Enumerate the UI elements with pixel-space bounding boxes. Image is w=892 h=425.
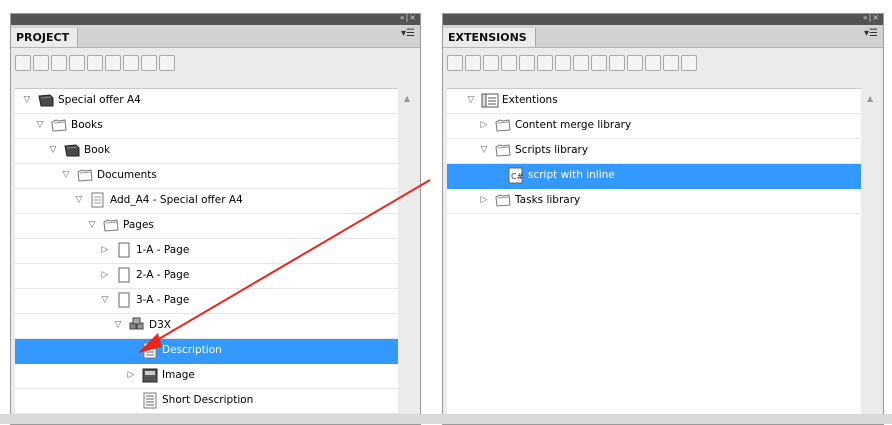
arrow-line: [151, 179, 431, 344]
arrow-head: [138, 333, 162, 353]
drag-arrow-annotation: [138, 179, 431, 353]
